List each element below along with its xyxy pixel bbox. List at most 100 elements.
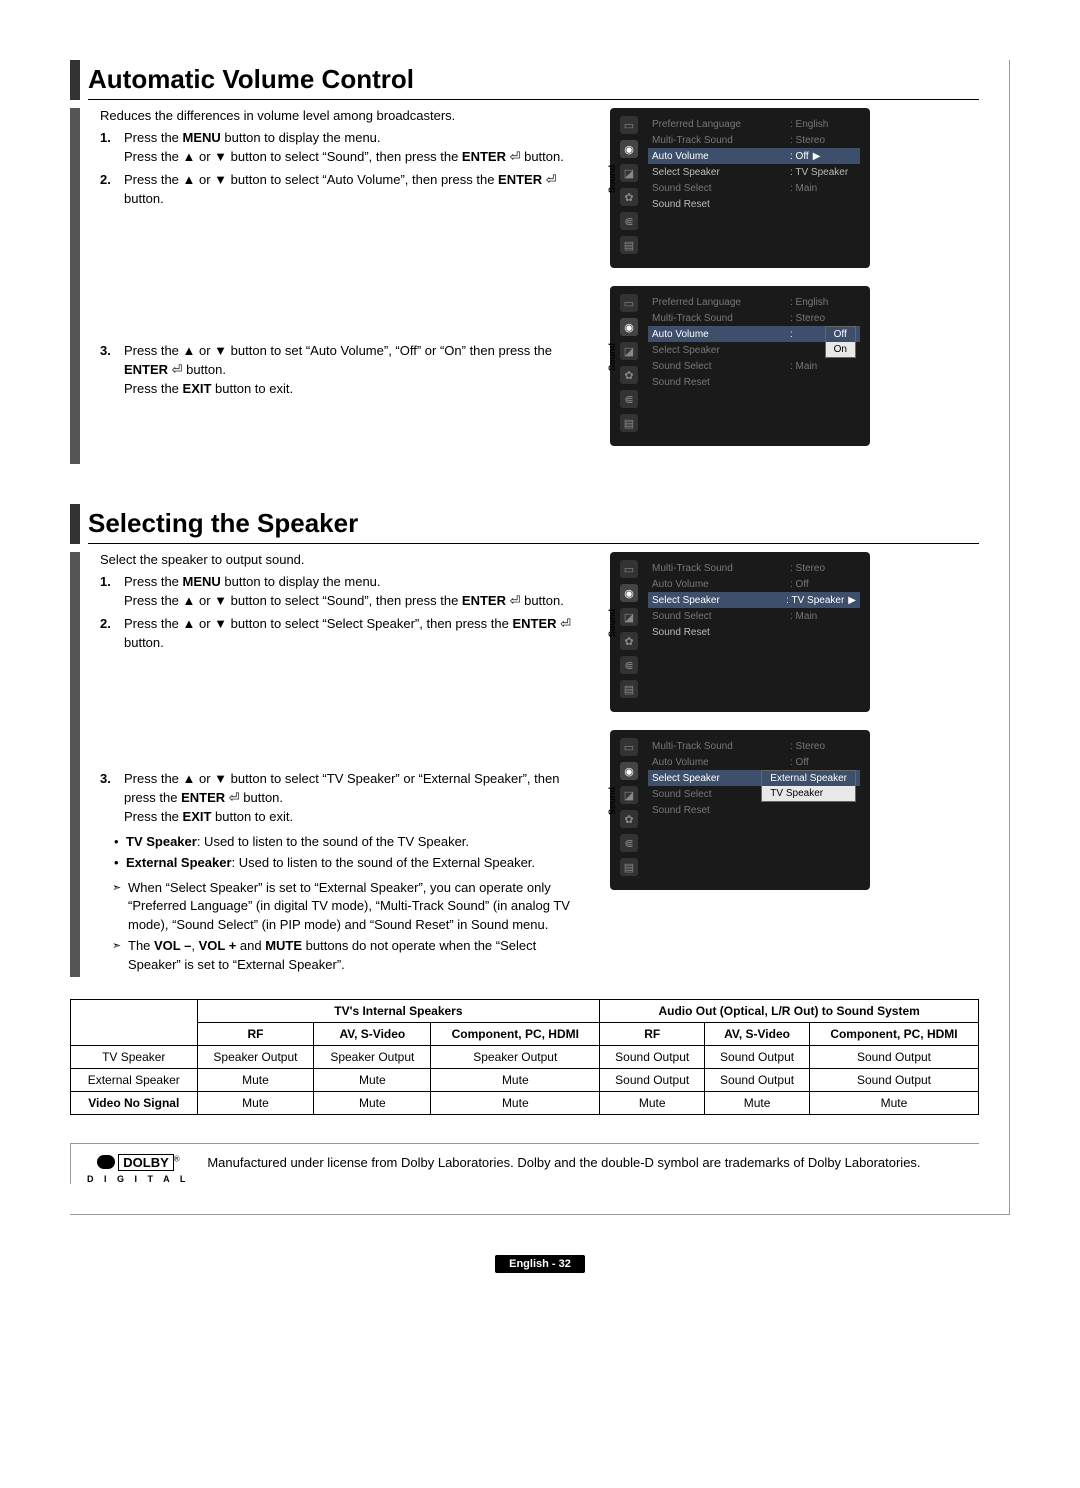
table-group-header: TV's Internal Speakers <box>197 999 600 1022</box>
header-accent-bar <box>70 60 80 100</box>
osd-menu-row: Preferred Language: English <box>648 116 860 132</box>
left-accent-bar <box>70 108 80 464</box>
page-footer: English - 32 <box>70 1255 1010 1270</box>
osd-sidebar-icon: ▭ <box>620 560 638 578</box>
table-cell: Speaker Output <box>197 1045 314 1068</box>
table-cell: Mute <box>314 1091 431 1114</box>
note-item: When “Select Speaker” is set to “Externa… <box>114 879 590 936</box>
section-intro: Reduces the differences in volume level … <box>100 108 590 123</box>
osd-menu-row: Select Speaker: TV Speaker▶ <box>648 592 860 608</box>
step-item: 2.Press the ▲ or ▼ button to select “Sel… <box>100 615 590 653</box>
header-accent-bar <box>70 504 80 544</box>
table-row: External SpeakerMuteMuteMuteSound Output… <box>71 1068 979 1091</box>
osd-dropdown-item: External Speaker <box>762 771 855 786</box>
table-cell: Mute <box>809 1091 978 1114</box>
osd-sidebar-icon: ▤ <box>620 414 638 432</box>
osd-sidebar-icon: ◪ <box>620 164 638 182</box>
table-subheader: AV, S-Video <box>314 1022 431 1045</box>
table-rowhead: Video No Signal <box>71 1091 198 1114</box>
table-row: Video No SignalMuteMuteMuteMuteMuteMute <box>71 1091 979 1114</box>
section-header: Selecting the Speaker <box>70 504 979 544</box>
osd-sidebar-icon: ◪ <box>620 608 638 626</box>
osd-menu-row: Multi-Track Sound: Stereo <box>648 132 860 148</box>
steps-list: 1.Press the MENU button to display the m… <box>100 573 590 827</box>
section-header: Automatic Volume Control <box>70 60 979 100</box>
left-accent-bar <box>70 552 80 977</box>
osd-screenshot: Sound▭◉◪✿⋐▤Preferred Language: EnglishMu… <box>610 286 870 446</box>
table-cell: Mute <box>431 1068 600 1091</box>
step-item: 3.Press the ▲ or ▼ button to select “TV … <box>100 770 590 827</box>
osd-menu-row: Multi-Track Sound: Stereo <box>648 560 860 576</box>
osd-sidebar-icon: ▤ <box>620 858 638 876</box>
osd-sidebar-icon: ⋐ <box>620 390 638 408</box>
table-cell: Sound Output <box>600 1068 705 1091</box>
osd-menu-row: Select Speaker: TV Speaker <box>648 164 860 180</box>
table-subheader: Component, PC, HDMI <box>431 1022 600 1045</box>
osd-sidebar-icon: ◪ <box>620 786 638 804</box>
table-cell: Sound Output <box>809 1068 978 1091</box>
osd-menu-row: Sound Reset <box>648 374 860 390</box>
table-cell: Mute <box>314 1068 431 1091</box>
osd-dropdown: External SpeakerTV Speaker <box>761 770 856 802</box>
osd-sidebar-icon: ✿ <box>620 366 638 384</box>
dolby-logo: DOLBY® D I G I T A L <box>87 1154 189 1184</box>
section-title: Selecting the Speaker <box>88 504 979 544</box>
step-item: 3.Press the ▲ or ▼ button to set “Auto V… <box>100 342 590 399</box>
osd-sidebar-icon: ◉ <box>620 140 638 158</box>
osd-menu-row: Sound Select: Main <box>648 180 860 196</box>
osd-menu-row: Sound Reset <box>648 802 860 818</box>
osd-sidebar-icon: ◉ <box>620 762 638 780</box>
table-cell: Sound Output <box>809 1045 978 1068</box>
dolby-notice: DOLBY® D I G I T A L Manufactured under … <box>70 1143 979 1184</box>
bullet-list: TV Speaker: Used to listen to the sound … <box>114 833 590 873</box>
speaker-output-table: TV's Internal Speakers Audio Out (Optica… <box>70 999 979 1115</box>
table-cell: Sound Output <box>705 1068 810 1091</box>
osd-dropdown-item: On <box>826 342 855 357</box>
step-item: 1.Press the MENU button to display the m… <box>100 129 590 167</box>
osd-menu-row: Sound Select: Main <box>648 358 860 374</box>
osd-sidebar-icon: ⋐ <box>620 834 638 852</box>
bullet-item: External Speaker: Used to listen to the … <box>114 854 590 873</box>
notes-list: When “Select Speaker” is set to “Externa… <box>114 879 590 975</box>
osd-menu-row: Multi-Track Sound: Stereo <box>648 738 860 754</box>
osd-sidebar-icon: ▭ <box>620 116 638 134</box>
page-number: English - 32 <box>495 1255 585 1273</box>
table-cell: Mute <box>705 1091 810 1114</box>
section-title: Automatic Volume Control <box>88 60 979 100</box>
table-cell: Mute <box>600 1091 705 1114</box>
table-rowhead: External Speaker <box>71 1068 198 1091</box>
table-subheader: Component, PC, HDMI <box>809 1022 978 1045</box>
osd-sidebar-icon: ▤ <box>620 236 638 254</box>
table-cell: Sound Output <box>600 1045 705 1068</box>
table-subheader: RF <box>600 1022 705 1045</box>
osd-menu-row: Multi-Track Sound: Stereo <box>648 310 860 326</box>
steps-list: 1.Press the MENU button to display the m… <box>100 129 590 399</box>
osd-dropdown-item: Off <box>826 327 855 342</box>
table-rowhead: TV Speaker <box>71 1045 198 1068</box>
osd-sidebar-icon: ⋐ <box>620 212 638 230</box>
note-item: The VOL –, VOL + and MUTE buttons do not… <box>114 937 590 975</box>
table-subheader: AV, S-Video <box>705 1022 810 1045</box>
table-row: TV SpeakerSpeaker OutputSpeaker OutputSp… <box>71 1045 979 1068</box>
osd-sidebar-icon: ▭ <box>620 294 638 312</box>
osd-menu-row: Preferred Language: English <box>648 294 860 310</box>
osd-menu-row: Sound Reset <box>648 196 860 212</box>
osd-sidebar-icon: ✿ <box>620 632 638 650</box>
table-cell: Sound Output <box>705 1045 810 1068</box>
osd-sidebar-icon: ◉ <box>620 318 638 336</box>
table-cell: Mute <box>431 1091 600 1114</box>
step-item: 1.Press the MENU button to display the m… <box>100 573 590 611</box>
osd-sidebar-icon: ◉ <box>620 584 638 602</box>
osd-sidebar-icon: ✿ <box>620 188 638 206</box>
dolby-text: Manufactured under license from Dolby La… <box>207 1154 920 1172</box>
table-cell: Mute <box>197 1091 314 1114</box>
osd-sidebar-icon: ▤ <box>620 680 638 698</box>
osd-sidebar-icon: ✿ <box>620 810 638 828</box>
osd-menu-row: Sound Reset <box>648 624 860 640</box>
table-cell: Speaker Output <box>431 1045 600 1068</box>
table-cell: Speaker Output <box>314 1045 431 1068</box>
osd-screenshot: Sound▭◉◪✿⋐▤Multi-Track Sound: StereoAuto… <box>610 730 870 890</box>
osd-menu-row: Auto Volume: Off▶ <box>648 148 860 164</box>
bullet-item: TV Speaker: Used to listen to the sound … <box>114 833 590 852</box>
osd-menu-row: Auto Volume: Off <box>648 754 860 770</box>
